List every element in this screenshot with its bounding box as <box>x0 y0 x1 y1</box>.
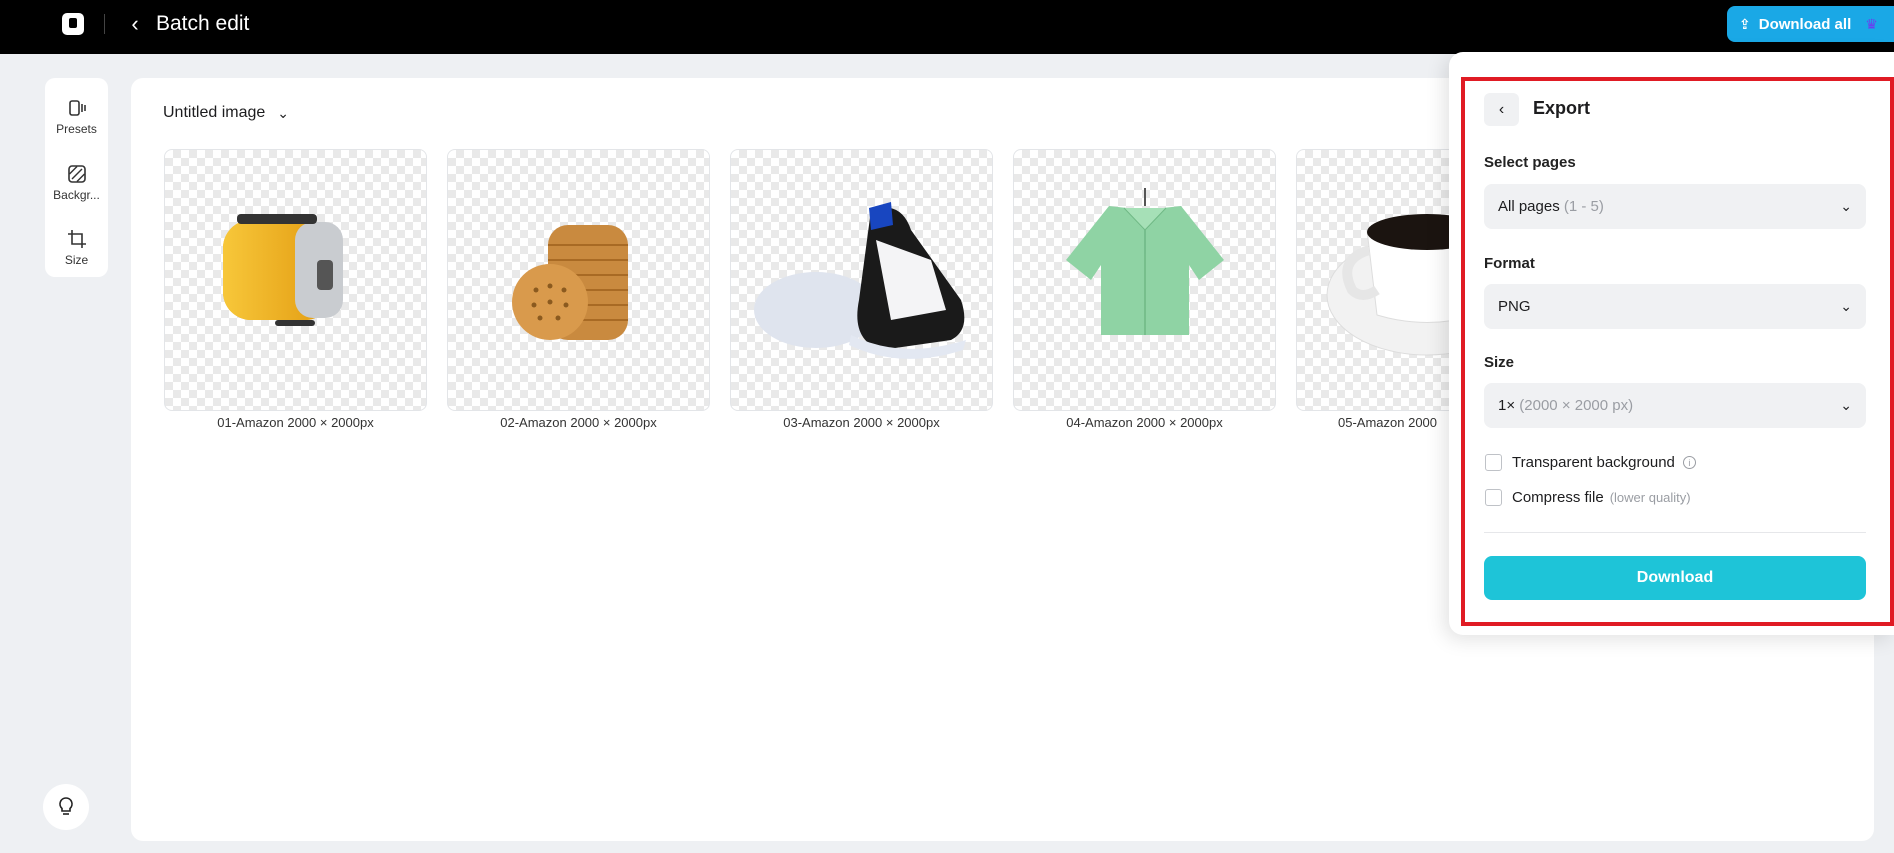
size-select[interactable]: 1× (2000 × 2000 px) ⌄ <box>1484 383 1866 428</box>
chevron-down-icon: ⌄ <box>1840 298 1852 314</box>
pages-select[interactable]: All pages (1 - 5) ⌄ <box>1484 184 1866 229</box>
transparent-background-label: Transparent background <box>1512 454 1675 471</box>
export-title: Export <box>1533 98 1591 118</box>
select-pages-label: Select pages <box>1484 154 1576 171</box>
rail-label-size: Size <box>64 253 89 267</box>
rail-label-background: Backgr... <box>53 188 100 202</box>
transparent-background-checkbox[interactable] <box>1485 454 1502 471</box>
back-icon[interactable]: ‹ <box>1484 93 1519 126</box>
format-label: Format <box>1484 255 1535 272</box>
image-caption: 05-Amazon 2000 <box>1338 415 1438 430</box>
sneaker-image <box>754 202 966 359</box>
info-icon[interactable]: i <box>1682 456 1696 469</box>
size-detail: (2000 × 2000 px) <box>1519 397 1634 414</box>
app-logo-icon[interactable] <box>62 13 84 35</box>
image-card-sneaker[interactable] <box>730 149 993 411</box>
compress-hint: (lower quality) <box>1609 490 1691 505</box>
size-label: Size <box>1484 354 1515 371</box>
compress-file-row: Compress file (lower quality) <box>1485 489 1691 506</box>
document-name-dropdown[interactable]: Untitled image ⌄ <box>163 104 289 122</box>
page-title: Batch edit <box>156 12 250 35</box>
image-card-toaster[interactable] <box>164 149 427 411</box>
pages-range: (1 - 5) <box>1563 198 1604 215</box>
background-icon <box>67 165 86 183</box>
image-caption: 04-Amazon 2000 × 2000px <box>1066 415 1223 430</box>
image-caption: 02-Amazon 2000 × 2000px <box>500 415 657 430</box>
format-value: PNG <box>1498 298 1531 315</box>
rail-label-presets: Presets <box>56 122 97 136</box>
image-card-crackers[interactable] <box>447 149 710 411</box>
rail-item-size[interactable]: Size <box>45 215 108 275</box>
chevron-down-icon: ⌄ <box>277 104 290 121</box>
rail-item-background[interactable]: Backgr... <box>45 150 108 210</box>
back-chevron-icon[interactable]: ‹ <box>122 10 148 38</box>
chevron-down-icon: ⌄ <box>1840 397 1852 413</box>
shirt-image <box>1066 188 1224 335</box>
top-bar <box>0 0 1894 54</box>
image-caption: 03-Amazon 2000 × 2000px <box>783 415 940 430</box>
compress-file-checkbox[interactable] <box>1485 489 1502 506</box>
crop-icon <box>67 230 86 248</box>
header-divider <box>104 14 105 34</box>
lightbulb-icon[interactable] <box>43 784 89 830</box>
chevron-down-icon: ⌄ <box>1840 198 1852 214</box>
image-card-shirt[interactable] <box>1013 149 1276 411</box>
download-all-button[interactable]: ⇪ Download all ♛ <box>1727 6 1894 42</box>
download-all-label: Download all <box>1758 15 1852 33</box>
pages-value: All pages <box>1498 198 1560 215</box>
tool-rail: Presets Backgr... Size <box>45 78 108 277</box>
download-button[interactable]: Download <box>1484 556 1866 600</box>
rail-item-presets[interactable]: Presets <box>45 84 108 144</box>
compress-file-label: Compress file <box>1512 489 1604 506</box>
crown-icon: ♛ <box>1865 15 1878 32</box>
document-name: Untitled image <box>163 104 266 121</box>
format-select[interactable]: PNG ⌄ <box>1484 284 1866 329</box>
image-caption: 01-Amazon 2000 × 2000px <box>217 415 374 430</box>
presets-icon <box>68 100 86 116</box>
toaster-image <box>223 214 343 326</box>
upload-icon: ⇪ <box>1739 15 1751 32</box>
size-value: 1× <box>1498 397 1516 414</box>
transparent-background-row: Transparent background i <box>1485 454 1696 471</box>
crackers-image <box>512 225 628 340</box>
panel-divider <box>1484 532 1866 533</box>
